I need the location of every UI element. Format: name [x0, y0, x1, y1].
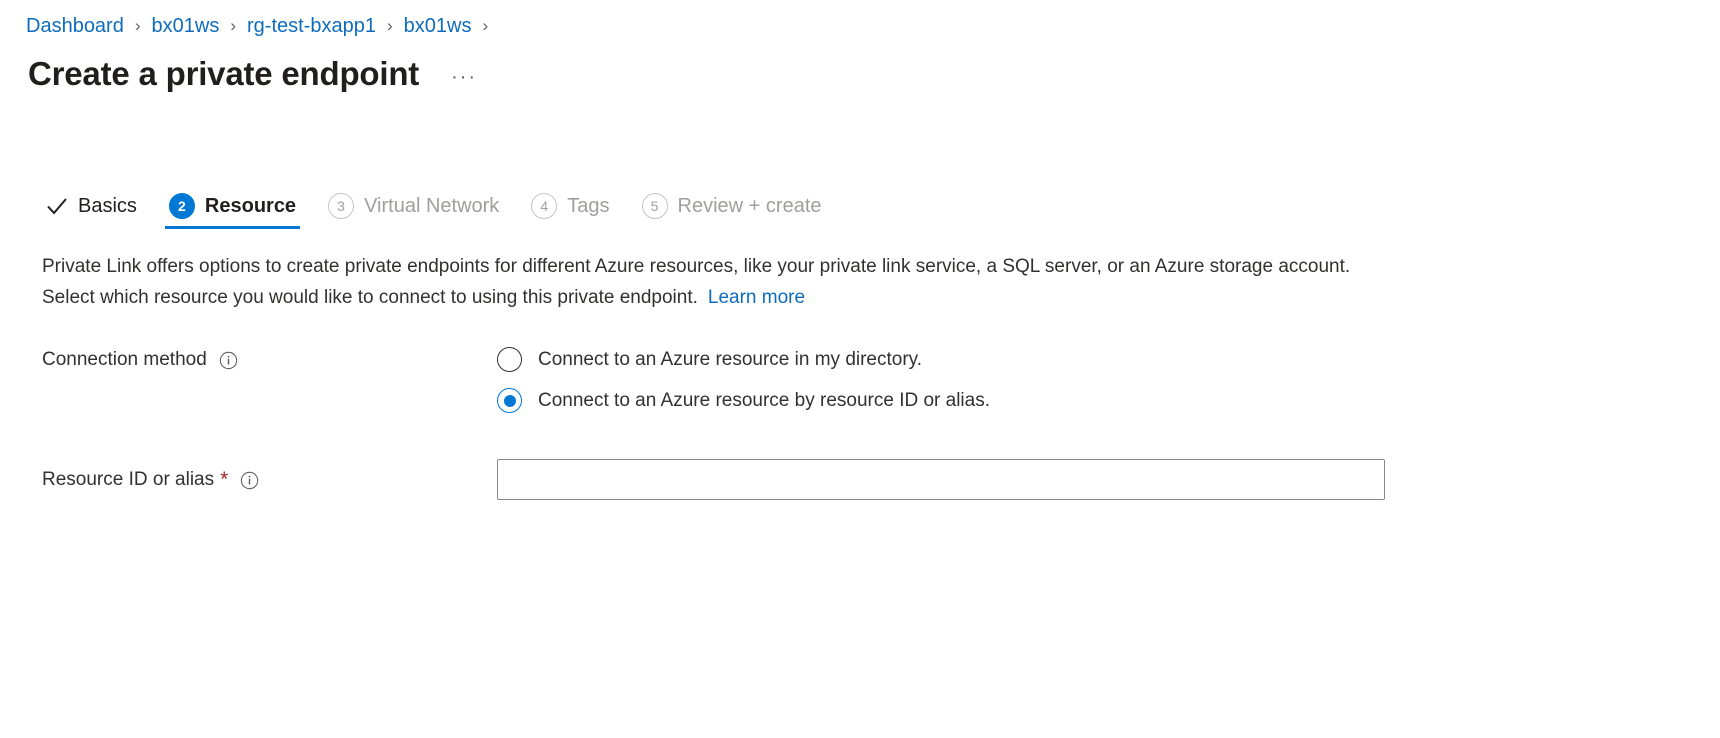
breadcrumb-separator-icon: ›	[386, 16, 393, 35]
info-icon[interactable]	[219, 351, 238, 370]
resource-id-row: Resource ID or alias *	[42, 459, 1720, 500]
resource-id-control	[497, 459, 1720, 500]
breadcrumb-separator-icon: ›	[230, 16, 236, 35]
learn-more-link[interactable]: Learn more	[708, 287, 805, 308]
connection-method-label-group: Connection method	[42, 339, 497, 373]
tab-review-create[interactable]: 5 Review + create	[638, 183, 826, 229]
radio-connect-by-resource-id-label: Connect to an Azure resource by resource…	[538, 389, 991, 411]
tab-virtual-network[interactable]: 3 Virtual Network	[324, 183, 503, 229]
required-asterisk: *	[220, 468, 229, 491]
breadcrumb: Dashboard › bx01ws › rg-test-bxapp1 › bx…	[0, 0, 1720, 40]
breadcrumb-item-bx01ws-2[interactable]: bx01ws	[404, 13, 472, 39]
connection-method-options: Connect to an Azure resource in my direc…	[497, 339, 1720, 421]
tab-resource-label: Resource	[204, 195, 297, 217]
radio-unselected-icon	[497, 347, 522, 372]
step-number-3: 3	[328, 193, 355, 219]
info-icon[interactable]	[240, 471, 259, 490]
page-header: Create a private endpoint ···	[0, 40, 1720, 96]
connection-method-row: Connection method Connect to an Azure re…	[42, 339, 1720, 421]
section-description: Private Link offers options to create pr…	[42, 251, 1390, 313]
tab-review-create-label: Review + create	[677, 195, 822, 217]
breadcrumb-separator-icon: ›	[482, 16, 489, 35]
tab-tags[interactable]: 4 Tags	[527, 183, 613, 229]
resource-form: Connection method Connect to an Azure re…	[0, 339, 1720, 500]
resource-id-input[interactable]	[497, 459, 1385, 500]
connection-method-label: Connection method	[42, 349, 207, 370]
resource-id-label: Resource ID or alias	[42, 469, 215, 490]
description-text: Private Link offers options to create pr…	[42, 256, 1351, 308]
step-number-5: 5	[641, 193, 668, 219]
tab-basics[interactable]: Basics	[40, 183, 141, 229]
tab-virtual-network-label: Virtual Network	[364, 195, 500, 217]
checkmark-icon	[44, 193, 70, 219]
radio-connect-in-directory-label: Connect to an Azure resource in my direc…	[538, 348, 923, 370]
breadcrumb-item-bx01ws[interactable]: bx01ws	[152, 13, 220, 39]
radio-selected-icon	[497, 388, 522, 413]
breadcrumb-item-dashboard[interactable]: Dashboard	[26, 13, 124, 39]
radio-connect-in-directory[interactable]: Connect to an Azure resource in my direc…	[497, 339, 1720, 380]
step-number-2: 2	[168, 193, 195, 219]
tab-basics-label: Basics	[78, 195, 137, 217]
resource-id-label-group: Resource ID or alias *	[42, 459, 497, 493]
tab-resource[interactable]: 2 Resource	[164, 183, 301, 229]
radio-connect-by-resource-id[interactable]: Connect to an Azure resource by resource…	[497, 380, 1720, 421]
step-number-4: 4	[531, 193, 558, 219]
more-options-icon[interactable]: ···	[445, 66, 483, 88]
wizard-tabs: Basics 2 Resource 3 Virtual Network 4 Ta…	[0, 183, 1720, 229]
breadcrumb-separator-icon: ›	[134, 16, 141, 35]
tab-tags-label: Tags	[567, 195, 610, 217]
page-title: Create a private endpoint	[28, 55, 420, 92]
breadcrumb-item-rg-test-bxapp1[interactable]: rg-test-bxapp1	[247, 13, 376, 39]
